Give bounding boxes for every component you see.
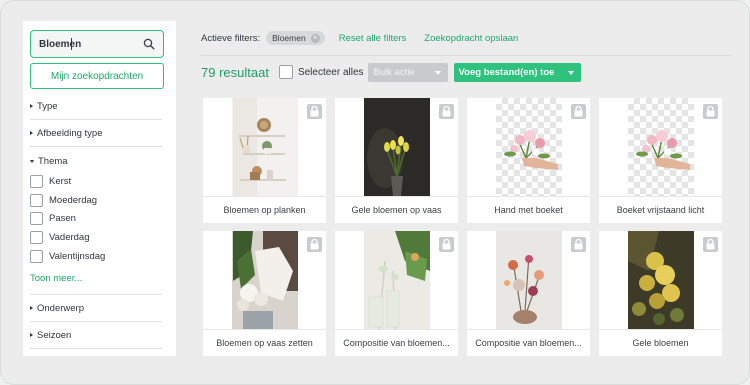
bulk-action-label: Bulk actie — [373, 66, 415, 78]
result-title[interactable]: Compositie van bloemen... — [467, 329, 590, 356]
caret-right-icon — [30, 131, 33, 135]
option-label: Vaderdag — [49, 231, 90, 243]
result-title[interactable]: Bloemen op planken — [203, 196, 326, 223]
lock-icon — [307, 104, 322, 119]
checkbox[interactable] — [30, 211, 43, 225]
option-label: Kerst — [49, 175, 72, 187]
thumbnail-image[interactable] — [496, 98, 562, 196]
result-card[interactable]: Bloemen op vaas zetten — [203, 231, 326, 356]
facet-image-type[interactable]: Afbeelding type — [30, 120, 162, 147]
lock-icon — [307, 237, 322, 252]
facet-label: Onderwerp — [37, 302, 84, 314]
facet-subject[interactable]: Onderwerp — [30, 295, 162, 322]
theme-option-moederdag[interactable]: Moederdag — [30, 191, 97, 209]
option-label: Valentijnsdag — [49, 250, 106, 262]
caret-down-icon — [30, 160, 34, 163]
lock-icon — [571, 104, 586, 119]
search-input[interactable] — [39, 38, 139, 50]
my-searches-button[interactable]: Mijn zoekopdrachten — [30, 63, 164, 89]
facet-label: Type — [37, 100, 58, 112]
checkbox[interactable] — [30, 193, 43, 207]
close-icon[interactable]: × — [310, 33, 320, 43]
filter-chip[interactable]: Bloemen × — [266, 31, 325, 45]
facet-type[interactable]: Type — [30, 93, 162, 120]
chevron-down-icon — [434, 70, 441, 75]
result-title[interactable]: Bloemen op vaas zetten — [203, 329, 326, 356]
facet-label: Thema — [38, 156, 68, 167]
reset-filters-link[interactable]: Reset alle filters — [339, 33, 407, 44]
active-filters-bar: Actieve filters: Bloemen × Reset alle fi… — [201, 31, 536, 45]
add-files-label: Voeg bestand(en) toe — [458, 66, 555, 78]
thumbnail-image[interactable] — [628, 98, 694, 196]
save-search-link[interactable]: Zoekopdracht opslaan — [424, 33, 518, 44]
bulk-action-dropdown[interactable]: Bulk actie — [367, 62, 448, 82]
active-filters-label: Actieve filters: — [201, 32, 261, 44]
show-more-link[interactable]: Toon meer... — [30, 273, 82, 284]
app-window: Mijn zoekopdrachten Type Afbeelding type… — [0, 0, 750, 385]
checkbox[interactable] — [30, 174, 43, 188]
divider — [201, 55, 731, 56]
facet-label: Afbeelding type — [37, 127, 103, 139]
theme-option-vaderdag[interactable]: Vaderdag — [30, 228, 90, 246]
result-card[interactable]: Gele bloemen op vaas — [335, 98, 458, 223]
text-cursor — [71, 38, 72, 50]
filter-chip-label: Bloemen — [272, 33, 306, 43]
caret-right-icon — [30, 333, 33, 337]
theme-option-valentijnsdag[interactable]: Valentijnsdag — [30, 247, 105, 265]
result-title[interactable]: Compositie van bloemen... — [335, 329, 458, 356]
theme-option-pasen[interactable]: Pasen — [30, 209, 76, 227]
result-title[interactable]: Hand met boeket — [467, 196, 590, 223]
lock-icon — [571, 237, 586, 252]
facet-label: Seizoen — [37, 329, 72, 341]
select-all-checkbox[interactable] — [278, 65, 293, 79]
caret-right-icon — [30, 306, 33, 310]
result-card[interactable]: Hand met boeket — [467, 98, 590, 223]
search-icon[interactable] — [143, 38, 155, 50]
option-label: Pasen — [49, 212, 76, 224]
filter-sidebar: Mijn zoekopdrachten Type Afbeelding type… — [23, 21, 176, 356]
checkbox[interactable] — [30, 249, 43, 263]
lock-icon — [703, 237, 718, 252]
facet-theme[interactable]: Thema — [30, 148, 162, 175]
result-title[interactable]: Gele bloemen — [599, 329, 722, 356]
lock-icon — [439, 104, 454, 119]
results-count: 79 resultaat — [201, 64, 269, 80]
option-label: Moederdag — [49, 194, 98, 206]
checkbox[interactable] — [30, 230, 43, 244]
result-card[interactable]: Bloemen op planken — [203, 98, 326, 223]
theme-option-kerst[interactable]: Kerst — [30, 172, 71, 190]
result-title[interactable]: Boeket vrijstaand licht — [599, 196, 722, 223]
lock-icon — [703, 104, 718, 119]
facet-season[interactable]: Seizoen — [30, 322, 162, 349]
result-card[interactable]: Compositie van bloemen... — [467, 231, 590, 356]
result-card[interactable]: Compositie van bloemen... — [335, 231, 458, 356]
search-field[interactable] — [30, 30, 164, 58]
result-card[interactable]: Gele bloemen — [599, 231, 722, 356]
result-card[interactable]: Boeket vrijstaand licht — [599, 98, 722, 223]
chevron-down-icon — [567, 70, 574, 75]
select-all-label[interactable]: Selecteer alles — [298, 67, 364, 78]
results-toolbar: 79 resultaat Selecteer alles Bulk actie … — [201, 62, 581, 82]
lock-icon — [439, 237, 454, 252]
caret-right-icon — [30, 104, 33, 108]
add-files-button[interactable]: Voeg bestand(en) toe — [453, 62, 581, 82]
result-title[interactable]: Gele bloemen op vaas — [335, 196, 458, 223]
